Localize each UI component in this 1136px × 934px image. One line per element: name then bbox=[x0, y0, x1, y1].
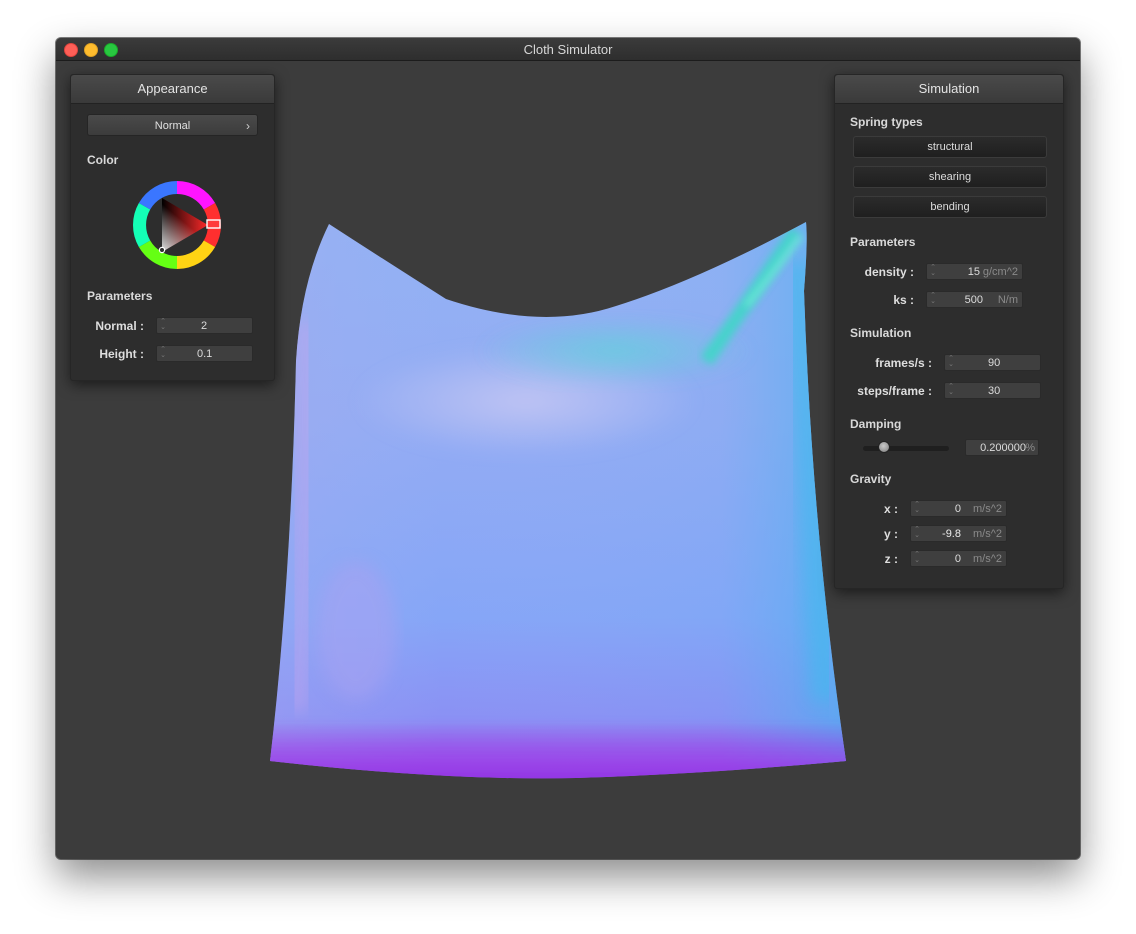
gravity-z-label: z : bbox=[884, 552, 898, 566]
steps-per-frame-input[interactable]: ⌃ ⌄ 30 bbox=[944, 382, 1041, 399]
bending-button[interactable]: bending bbox=[853, 196, 1047, 218]
color-wheel[interactable] bbox=[129, 177, 225, 273]
gravity-x-input[interactable]: ⌃ ⌄ 0 m/s^2 bbox=[910, 500, 1007, 517]
shearing-button[interactable]: shearing bbox=[853, 166, 1047, 188]
stepper-icon[interactable]: ⌃ ⌄ bbox=[930, 292, 936, 306]
stepper-icon[interactable]: ⌃ ⌄ bbox=[914, 551, 920, 565]
structural-button[interactable]: structural bbox=[853, 136, 1047, 158]
stepper-icon[interactable]: ⌃ ⌄ bbox=[914, 526, 920, 540]
shader-dropdown[interactable]: Normal › bbox=[87, 114, 258, 136]
hue-handle[interactable] bbox=[206, 219, 221, 229]
gravity-label: Gravity bbox=[850, 472, 892, 486]
simulation-label: Simulation bbox=[850, 326, 912, 340]
normal-label: Normal : bbox=[95, 319, 144, 333]
normal-input[interactable]: ⌃ ⌄ 2 bbox=[156, 317, 253, 334]
height-label: Height : bbox=[99, 347, 144, 361]
color-label: Color bbox=[87, 153, 119, 167]
gravity-x-label: x : bbox=[883, 502, 898, 516]
parameters-label: Parameters bbox=[850, 235, 916, 249]
damping-label: Damping bbox=[850, 417, 902, 431]
title-bar: Cloth Simulator bbox=[56, 38, 1080, 61]
simulation-panel-title: Simulation bbox=[835, 75, 1063, 104]
damping-slider-handle[interactable] bbox=[877, 441, 890, 453]
chevron-right-icon: › bbox=[246, 119, 250, 133]
frames-per-s-label: frames/s : bbox=[875, 356, 932, 370]
stepper-icon[interactable]: ⌃ ⌄ bbox=[160, 318, 166, 332]
appearance-panel: Appearance Normal › Color Parameters Nor… bbox=[70, 74, 275, 381]
window-title: Cloth Simulator bbox=[523, 42, 613, 57]
gravity-y-input[interactable]: ⌃ ⌄ -9.8 m/s^2 bbox=[910, 525, 1007, 542]
gravity-y-label: y : bbox=[883, 527, 898, 541]
stepper-icon[interactable]: ⌃ ⌄ bbox=[930, 264, 936, 278]
appearance-panel-title: Appearance bbox=[71, 75, 274, 104]
ks-input[interactable]: ⌃ ⌄ 500 N/m bbox=[926, 291, 1023, 308]
cloth-viewport[interactable]: Appearance Normal › Color Parameters Nor… bbox=[56, 61, 1080, 859]
height-input[interactable]: ⌃ ⌄ 0.1 bbox=[156, 345, 253, 362]
spring-types-label: Spring types bbox=[850, 115, 923, 129]
stepper-icon[interactable]: ⌃ ⌄ bbox=[160, 346, 166, 360]
density-label: density : bbox=[864, 265, 914, 279]
stepper-icon[interactable]: ⌃ ⌄ bbox=[914, 501, 920, 515]
app-window: Cloth Simulator Appearance Normal › Colo… bbox=[56, 38, 1080, 859]
damping-slider-track[interactable] bbox=[863, 446, 949, 451]
density-input[interactable]: ⌃ ⌄ 15 g/cm^2 bbox=[926, 263, 1023, 280]
stepper-icon[interactable]: ⌃ ⌄ bbox=[948, 383, 954, 397]
color-picker-handle[interactable] bbox=[158, 246, 166, 254]
steps-per-frame-label: steps/frame : bbox=[857, 384, 932, 398]
shader-dropdown-value: Normal bbox=[154, 120, 191, 132]
appearance-parameters-label: Parameters bbox=[87, 289, 153, 303]
stepper-icon[interactable]: ⌃ ⌄ bbox=[948, 355, 954, 369]
simulation-panel: Simulation Spring types structural shear… bbox=[834, 74, 1064, 589]
gravity-z-input[interactable]: ⌃ ⌄ 0 m/s^2 bbox=[910, 550, 1007, 567]
ks-label: ks : bbox=[893, 293, 914, 307]
damping-input[interactable]: 0.200000 % bbox=[965, 439, 1039, 456]
frames-per-s-input[interactable]: ⌃ ⌄ 90 bbox=[944, 354, 1041, 371]
